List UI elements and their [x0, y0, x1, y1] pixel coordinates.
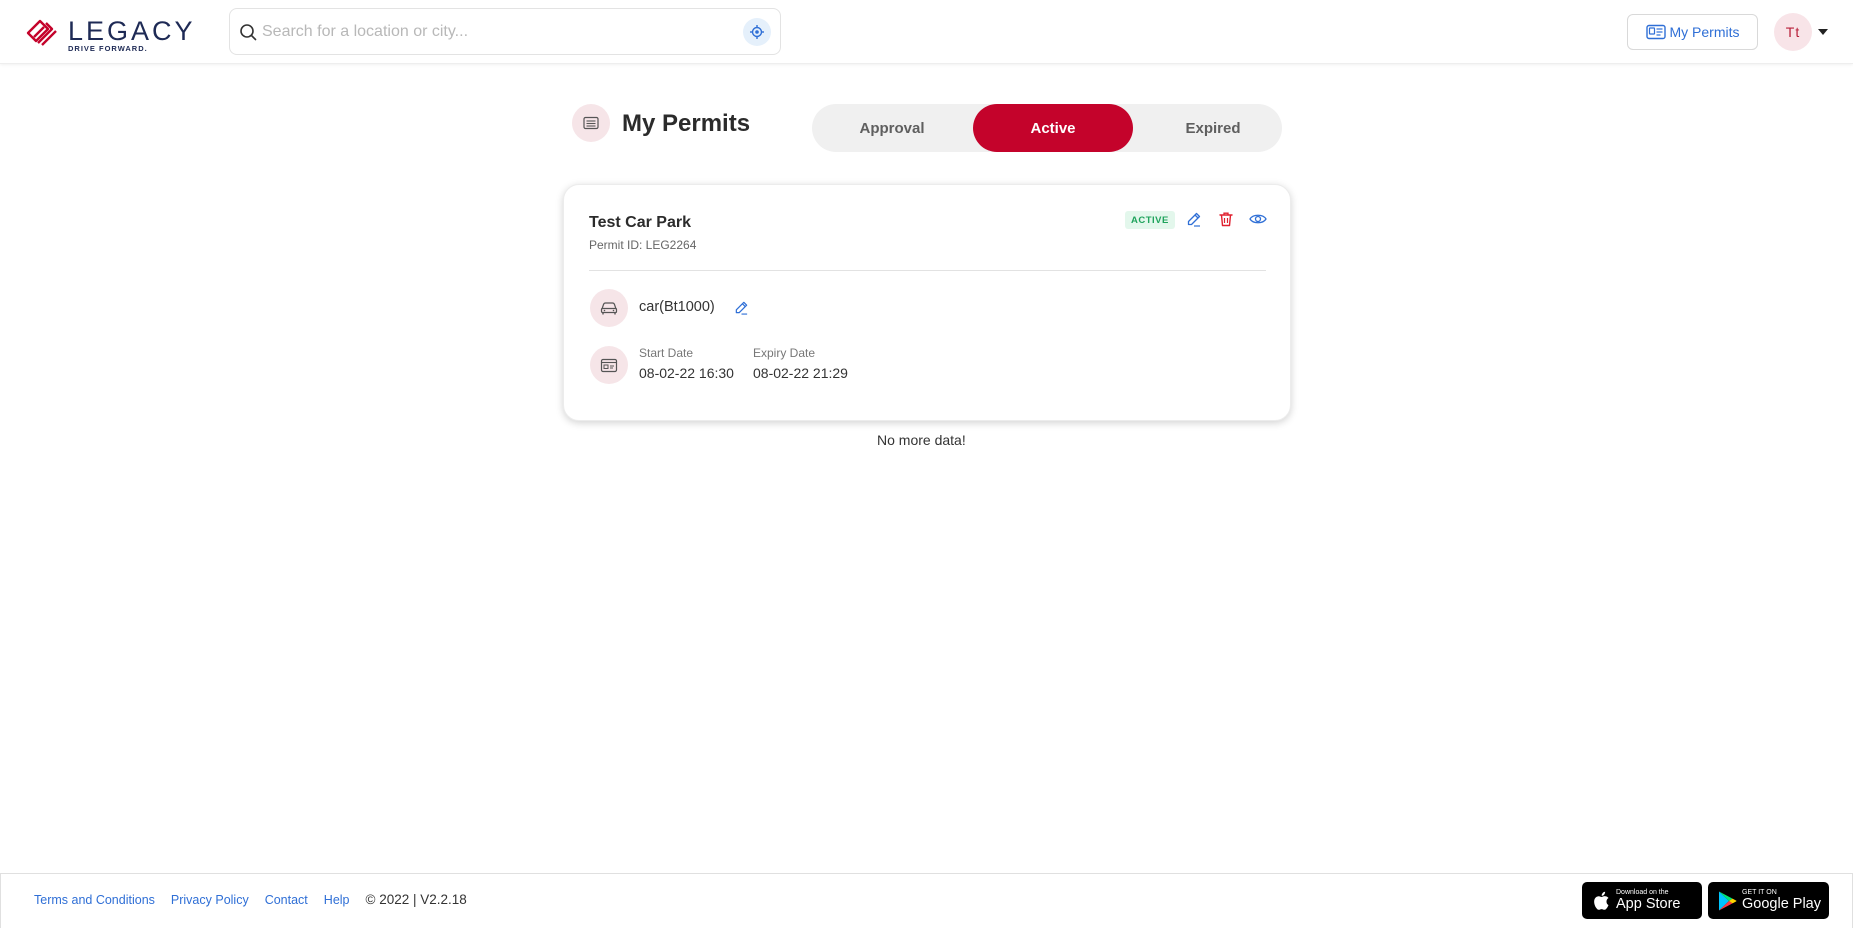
- privacy-link[interactable]: Privacy Policy: [171, 893, 249, 907]
- my-permits-button[interactable]: My Permits: [1627, 14, 1758, 50]
- top-header: LEGACY DRIVE FORWARD. M: [0, 0, 1853, 64]
- chevron-down-icon: [1818, 29, 1828, 35]
- start-date-value: 08-02-22 16:30: [639, 365, 734, 381]
- google-play-small-text: GET IT ON: [1742, 889, 1777, 897]
- app-store-small-text: Download on the: [1616, 889, 1669, 897]
- google-play-big-text: Google Play: [1742, 896, 1821, 913]
- vehicle-icon-circle: [590, 289, 628, 327]
- legacy-logo-icon: [26, 19, 57, 46]
- permit-card: Test Car Park Permit ID: LEG2264 ACTIVE: [563, 184, 1291, 421]
- footer-links: Terms and Conditions Privacy Policy Cont…: [34, 892, 467, 907]
- permits-title-icon: [572, 104, 610, 142]
- no-more-data-text: No more data!: [877, 432, 966, 448]
- date-icon-circle: [590, 346, 628, 384]
- app-store-text: Download on the App Store: [1616, 889, 1681, 912]
- help-link[interactable]: Help: [324, 893, 350, 907]
- edit-permit-button[interactable]: [1184, 209, 1204, 229]
- logo-text: LEGACY: [68, 15, 196, 46]
- my-permits-label: My Permits: [1669, 24, 1740, 40]
- edit-icon: [735, 301, 747, 315]
- tab-active[interactable]: Active: [973, 104, 1133, 152]
- logo-tagline: DRIVE FORWARD.: [68, 44, 148, 53]
- app-store-badge[interactable]: Download on the App Store: [1582, 882, 1702, 919]
- google-play-icon: [1716, 889, 1738, 913]
- eye-icon: [1249, 214, 1267, 224]
- status-tabs: Approval Active Expired: [812, 104, 1282, 152]
- contact-link[interactable]: Contact: [265, 893, 308, 907]
- permit-id: Permit ID: LEG2264: [589, 238, 697, 252]
- app-store-big-text: App Store: [1616, 896, 1681, 913]
- search-input[interactable]: [262, 9, 722, 54]
- card-divider: [589, 270, 1266, 271]
- locate-button[interactable]: [743, 18, 771, 46]
- trash-icon: [1219, 212, 1233, 227]
- google-play-text: GET IT ON Google Play: [1742, 889, 1821, 912]
- view-permit-button[interactable]: [1248, 209, 1268, 229]
- car-park-name: Test Car Park: [589, 214, 691, 231]
- edit-vehicle-button[interactable]: [732, 298, 750, 316]
- user-menu[interactable]: Tt: [1774, 13, 1828, 51]
- search-bar: [229, 8, 781, 55]
- vehicle-plate: car(Bt1000): [639, 299, 715, 315]
- calendar-icon: [600, 358, 618, 373]
- apple-icon: [1590, 889, 1612, 913]
- logo-word: LEGACY: [68, 15, 196, 46]
- avatar: Tt: [1774, 13, 1812, 51]
- google-play-badge[interactable]: GET IT ON Google Play: [1708, 882, 1829, 919]
- permit-card-icon: [1645, 24, 1666, 40]
- delete-permit-button[interactable]: [1216, 209, 1236, 229]
- permit-list-icon: [583, 116, 599, 130]
- edit-icon: [1187, 212, 1201, 227]
- terms-link[interactable]: Terms and Conditions: [34, 893, 155, 907]
- footer: Terms and Conditions Privacy Policy Cont…: [0, 873, 1853, 928]
- tab-expired[interactable]: Expired: [1133, 104, 1293, 152]
- copyright-text: © 2022 | V2.2.18: [365, 892, 467, 907]
- locate-icon: [750, 25, 764, 39]
- expiry-date-label: Expiry Date: [753, 346, 816, 360]
- status-badge: ACTIVE: [1125, 211, 1175, 229]
- expiry-date-value: 08-02-22 21:29: [753, 365, 848, 381]
- search-icon: [240, 24, 257, 41]
- page-title: My Permits: [622, 110, 751, 137]
- tab-approval[interactable]: Approval: [812, 104, 972, 152]
- car-icon: [600, 302, 618, 315]
- start-date-label: Start Date: [639, 346, 694, 360]
